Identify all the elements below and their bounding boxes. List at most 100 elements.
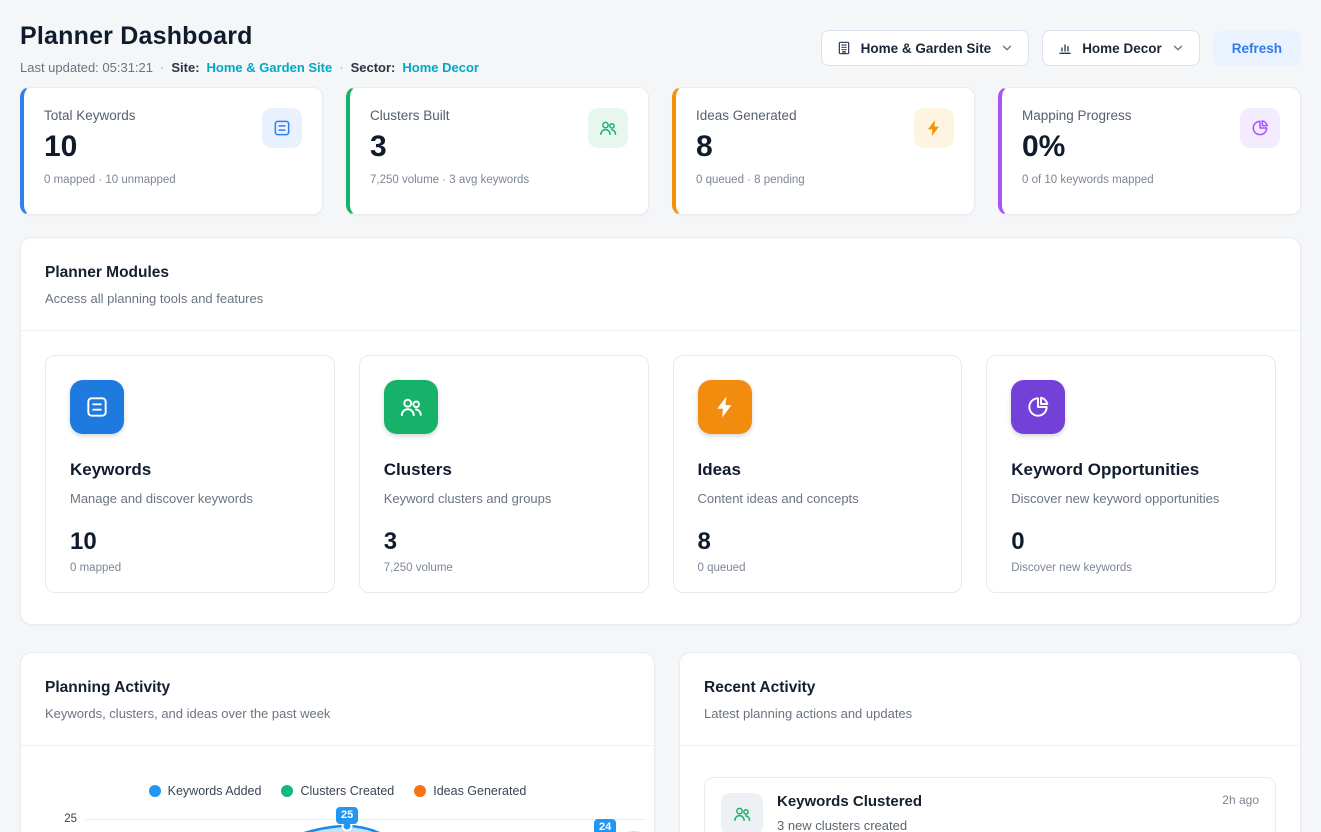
bar-chart-icon [1057,40,1073,56]
planner-dashboard-page: Planner Dashboard Last updated: 05:31:21… [0,0,1321,832]
legend-item-keywords-added[interactable]: Keywords Added [149,784,262,798]
stat-detail: 7,250 volume · 3 avg keywords [370,174,529,186]
legend-item-ideas-generated[interactable]: Ideas Generated [414,784,526,798]
module-card-clusters[interactable]: Clusters Keyword clusters and groups 3 7… [359,355,649,593]
module-detail: 0 mapped [70,562,310,574]
site-link[interactable]: Home & Garden Site [207,60,333,75]
topbar: Planner Dashboard Last updated: 05:31:21… [20,22,1301,75]
module-detail: 7,250 volume [384,562,624,574]
stat-detail: 0 mapped · 10 unmapped [44,174,176,186]
users-icon [384,380,438,434]
recent-item-timestamp: 2h ago [1222,793,1259,807]
bottom-row: Planning Activity Keywords, clusters, an… [20,652,1301,832]
meta-separator: · [339,60,343,75]
modules-grid: Keywords Manage and discover keywords 10… [21,331,1300,624]
module-description: Discover new keyword opportunities [1011,491,1251,506]
pie-chart-icon [1240,108,1280,148]
planner-modules-subtitle: Access all planning tools and features [45,291,1276,306]
stat-detail: 0 of 10 keywords mapped [1022,174,1154,186]
planning-activity-header: Planning Activity Keywords, clusters, an… [21,653,654,745]
recent-activity-header: Recent Activity Latest planning actions … [680,653,1300,745]
module-title: Ideas [698,460,938,480]
sector-selector-dropdown[interactable]: Home Decor [1042,30,1200,66]
recent-item-description: 3 new clusters created [777,818,922,832]
module-title: Keyword Opportunities [1011,460,1251,480]
topbar-actions: Home & Garden Site Home Decor Refresh [821,30,1301,66]
stat-value: 8 [696,130,805,164]
stats-row: Total Keywords 10 0 mapped · 10 unmapped… [20,87,1301,215]
meta-separator: · [160,60,164,75]
legend-dot [281,785,293,797]
module-value: 8 [698,528,938,556]
stat-label: Ideas Generated [696,108,805,123]
stat-card-clusters-built: Clusters Built 3 7,250 volume · 3 avg ke… [346,87,649,215]
site-label: Site: [171,60,199,75]
stat-label: Mapping Progress [1022,108,1154,123]
legend-label: Clusters Created [300,784,394,798]
refresh-button[interactable]: Refresh [1213,31,1301,66]
module-detail: Discover new keywords [1011,562,1251,574]
stat-detail: 0 queued · 8 pending [696,174,805,186]
planner-modules-header: Planner Modules Access all planning tool… [21,238,1300,330]
page-meta: Last updated: 05:31:21 · Site: Home & Ga… [20,60,479,75]
sector-link[interactable]: Home Decor [402,60,479,75]
stat-value: 3 [370,130,529,164]
site-selector-dropdown[interactable]: Home & Garden Site [821,30,1030,66]
stat-value: 10 [44,130,176,164]
planner-modules-section: Planner Modules Access all planning tool… [20,237,1301,625]
legend-label: Keywords Added [168,784,262,798]
planning-activity-title: Planning Activity [45,679,630,697]
stat-label: Clusters Built [370,108,529,123]
legend-dot [414,785,426,797]
stat-info: Ideas Generated 8 0 queued · 8 pending [696,108,805,198]
recent-item-title: Keywords Clustered [777,793,922,810]
data-point-label-24: 24 [594,819,616,832]
sector-selector-value: Home Decor [1082,41,1162,56]
stat-info: Clusters Built 3 7,250 volume · 3 avg ke… [370,108,529,198]
recent-activity-item: Keywords Clustered 3 new clusters create… [704,777,1276,832]
divider [21,745,654,746]
module-title: Clusters [384,460,624,480]
recent-activity-subtitle: Latest planning actions and updates [704,706,1276,721]
users-icon [588,108,628,148]
module-detail: 0 queued [698,562,938,574]
document-icon [70,380,124,434]
module-value: 3 [384,528,624,556]
module-description: Manage and discover keywords [70,491,310,506]
module-value: 10 [70,528,310,556]
module-description: Content ideas and concepts [698,491,938,506]
legend-dot [149,785,161,797]
stat-value: 0% [1022,130,1154,164]
legend-item-clusters-created[interactable]: Clusters Created [281,784,394,798]
module-card-ideas[interactable]: Ideas Content ideas and concepts 8 0 que… [673,355,963,593]
stat-info: Total Keywords 10 0 mapped · 10 unmapped [44,108,176,198]
planning-activity-card: Planning Activity Keywords, clusters, an… [20,652,655,832]
sector-label: Sector: [351,60,396,75]
building-icon [836,40,852,56]
site-selector-value: Home & Garden Site [861,41,992,56]
pie-chart-icon [1011,380,1065,434]
lightning-icon [698,380,752,434]
lightning-icon [914,108,954,148]
topbar-left: Planner Dashboard Last updated: 05:31:21… [20,22,479,75]
users-icon [721,793,763,832]
chevron-down-icon [1000,41,1014,55]
document-icon [262,108,302,148]
divider [680,745,1300,746]
recent-activity-title: Recent Activity [704,679,1276,697]
page-title: Planner Dashboard [20,22,479,51]
recent-activity-card: Recent Activity Latest planning actions … [679,652,1301,832]
module-card-keyword-opportunities[interactable]: Keyword Opportunities Discover new keywo… [986,355,1276,593]
chevron-down-icon [1171,41,1185,55]
chart-legend: Keywords Added Clusters Created Ideas Ge… [21,784,654,798]
planner-modules-title: Planner Modules [45,264,1276,282]
module-title: Keywords [70,460,310,480]
module-card-keywords[interactable]: Keywords Manage and discover keywords 10… [45,355,335,593]
stat-card-mapping-progress: Mapping Progress 0% 0 of 10 keywords map… [998,87,1301,215]
last-updated-text: Last updated: 05:31:21 [20,60,153,75]
stat-label: Total Keywords [44,108,176,123]
module-description: Keyword clusters and groups [384,491,624,506]
planning-activity-subtitle: Keywords, clusters, and ideas over the p… [45,706,630,721]
stat-card-total-keywords: Total Keywords 10 0 mapped · 10 unmapped [20,87,323,215]
module-value: 0 [1011,528,1251,556]
